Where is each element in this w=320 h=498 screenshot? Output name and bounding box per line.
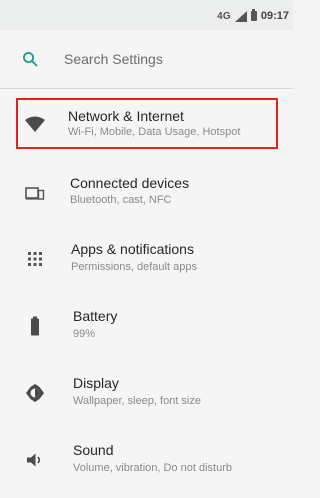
brightness-icon <box>23 381 47 405</box>
status-icons: 4G 09:17 <box>217 8 289 24</box>
settings-item-title: Display <box>73 375 119 391</box>
status-time: 09:17 <box>260 10 289 22</box>
settings-item-subtitle: Volume, vibration, Do not disturb <box>73 462 232 474</box>
settings-item-apps[interactable]: Apps & notifications Permissions, defaul… <box>0 229 293 289</box>
settings-item-title: Battery <box>73 308 118 324</box>
wifi-icon <box>23 113 47 137</box>
settings-item-display[interactable]: Display Wallpaper, sleep, font size <box>0 363 293 423</box>
settings-item-subtitle: Bluetooth, cast, NFC <box>70 194 172 206</box>
settings-item-battery[interactable]: Battery 99% <box>0 296 293 356</box>
settings-item-network[interactable]: Network & Internet Wi-Fi, Mobile, Data U… <box>0 95 293 155</box>
battery-status-icon <box>250 9 257 21</box>
search-bar[interactable]: Search Settings <box>8 38 286 80</box>
settings-item-title: Connected devices <box>70 175 190 191</box>
settings-item-subtitle: 99% <box>73 328 96 340</box>
settings-item-subtitle: Wi-Fi, Mobile, Data Usage, Hotspot <box>68 126 241 138</box>
search-divider <box>0 88 293 89</box>
network-type-label: 4G <box>217 10 231 22</box>
settings-item-subtitle: Permissions, default apps <box>71 261 197 273</box>
settings-item-sound[interactable]: Sound Volume, vibration, Do not disturb <box>0 430 293 490</box>
devices-icon <box>23 181 47 205</box>
apps-icon <box>23 247 47 271</box>
settings-screen: 4G 09:17 Search Settings Network & Inter… <box>0 0 293 498</box>
volume-icon <box>23 448 47 472</box>
status-bar: 4G 09:17 <box>0 0 293 30</box>
search-icon <box>8 51 52 67</box>
settings-item-title: Sound <box>73 442 114 458</box>
search-placeholder[interactable]: Search Settings <box>64 51 163 67</box>
battery-icon <box>23 314 47 338</box>
signal-icon <box>234 10 247 22</box>
settings-item-title: Network & Internet <box>68 108 184 124</box>
settings-item-title: Apps & notifications <box>71 241 194 257</box>
settings-item-connected-devices[interactable]: Connected devices Bluetooth, cast, NFC <box>0 163 293 223</box>
settings-item-subtitle: Wallpaper, sleep, font size <box>73 395 201 407</box>
